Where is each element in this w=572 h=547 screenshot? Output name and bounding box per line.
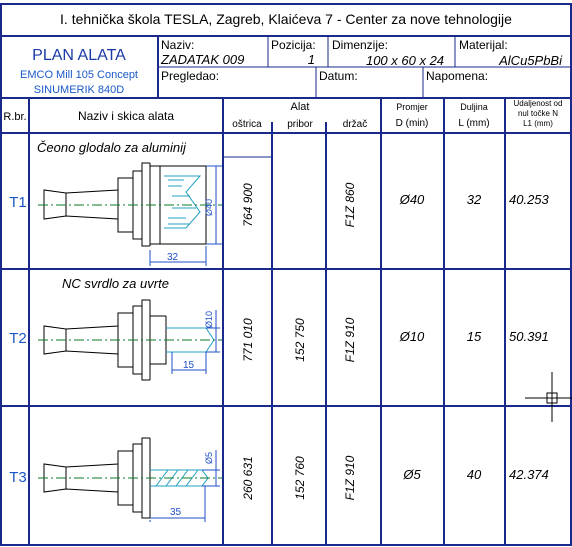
col-udaljenost-1: Udaljenost od — [514, 99, 563, 108]
ostrica-value: 771 010 — [241, 318, 255, 362]
plan-title: PLAN ALATA — [32, 47, 126, 64]
drzac-value: F1Z 910 — [343, 455, 357, 500]
length-value: 15 — [467, 329, 482, 344]
length-value: 32 — [467, 192, 482, 207]
materijal-label: Materijal: — [459, 38, 508, 52]
dim-diameter: Ø5 — [204, 452, 214, 464]
col-udaljenost-2: nul točke N — [518, 109, 558, 118]
naziv-value: ZADATAK 009 — [160, 52, 244, 67]
tool-row-t3: T3 35 Ø5 260 631 152 760 F1Z 910 Ø5 40 4… — [9, 437, 549, 522]
diameter-value: Ø10 — [399, 329, 425, 344]
offset-value: 50.391 — [509, 329, 549, 344]
col-ostrica: oštrica — [232, 119, 262, 130]
col-duljina-unit: L (mm) — [458, 118, 489, 129]
col-pribor: pribor — [287, 119, 313, 130]
machine-line1: EMCO Mill 105 Concept — [20, 69, 138, 81]
pribor-value: 152 760 — [293, 456, 307, 500]
tool-plan-sheet: I. tehnička škola TESLA, Zagreb, Klaićev… — [0, 3, 572, 546]
col-naziv: Naziv i skica alata — [78, 109, 174, 123]
offset-value: 42.374 — [509, 467, 549, 482]
ostrica-value: 764 900 — [241, 183, 255, 227]
tool-id: T1 — [9, 194, 27, 211]
length-value: 40 — [467, 467, 482, 482]
dimenzije-label: Dimenzije: — [332, 38, 388, 52]
drzac-value: F1Z 910 — [343, 317, 357, 362]
tool-id: T3 — [9, 469, 27, 486]
dimenzije-value: 100 x 60 x 24 — [366, 53, 444, 68]
diameter-value: Ø40 — [399, 192, 425, 207]
col-promjer-unit: D (min) — [396, 118, 429, 129]
tool-row-t2: T2 NC svrdlo za uvrte 15 Ø10 771 010 152… — [9, 276, 549, 381]
dim-length: 32 — [167, 252, 179, 263]
machine-line2: SINUMERIK 840D — [34, 84, 125, 96]
diameter-value: Ø5 — [402, 467, 421, 482]
pregledao-label: Pregledao: — [161, 69, 219, 83]
dim-diameter: Ø10 — [204, 311, 214, 328]
cutter-hatch — [164, 175, 202, 229]
naziv-label: Naziv: — [161, 38, 194, 52]
materijal-value: AlCu5PbBi — [498, 53, 563, 68]
offset-value: 40.253 — [509, 192, 550, 207]
tool-row-t1: T1 Čeono glodalo za aluminij 32 Ø40 764 … — [9, 140, 550, 266]
col-alat: Alat — [291, 101, 310, 113]
drzac-value: F1Z 860 — [343, 182, 357, 227]
col-promjer: Promjer — [396, 102, 428, 112]
dim-length: 35 — [170, 507, 182, 518]
col-drzac: držač — [343, 119, 367, 130]
ostrica-value: 260 631 — [241, 456, 255, 500]
tool-name: NC svrdlo za uvrte — [62, 276, 169, 291]
pozicija-value: 1 — [308, 52, 315, 67]
dim-length: 15 — [183, 360, 195, 371]
school-header: I. tehnička škola TESLA, Zagreb, Klaićev… — [60, 11, 512, 27]
napomena-label: Napomena: — [426, 69, 488, 83]
tool-name: Čeono glodalo za aluminij — [37, 140, 187, 155]
pribor-value: 152 750 — [293, 318, 307, 362]
col-duljina: Duljina — [460, 102, 488, 112]
col-udaljenost-3: L1 (mm) — [523, 119, 553, 128]
crosshair-cursor-icon — [525, 372, 572, 422]
col-rbr: R.br. — [3, 111, 26, 123]
datum-label: Datum: — [319, 69, 358, 83]
pozicija-label: Pozicija: — [271, 38, 316, 52]
tool-id: T2 — [9, 330, 27, 347]
dim-diameter: Ø40 — [204, 199, 214, 216]
